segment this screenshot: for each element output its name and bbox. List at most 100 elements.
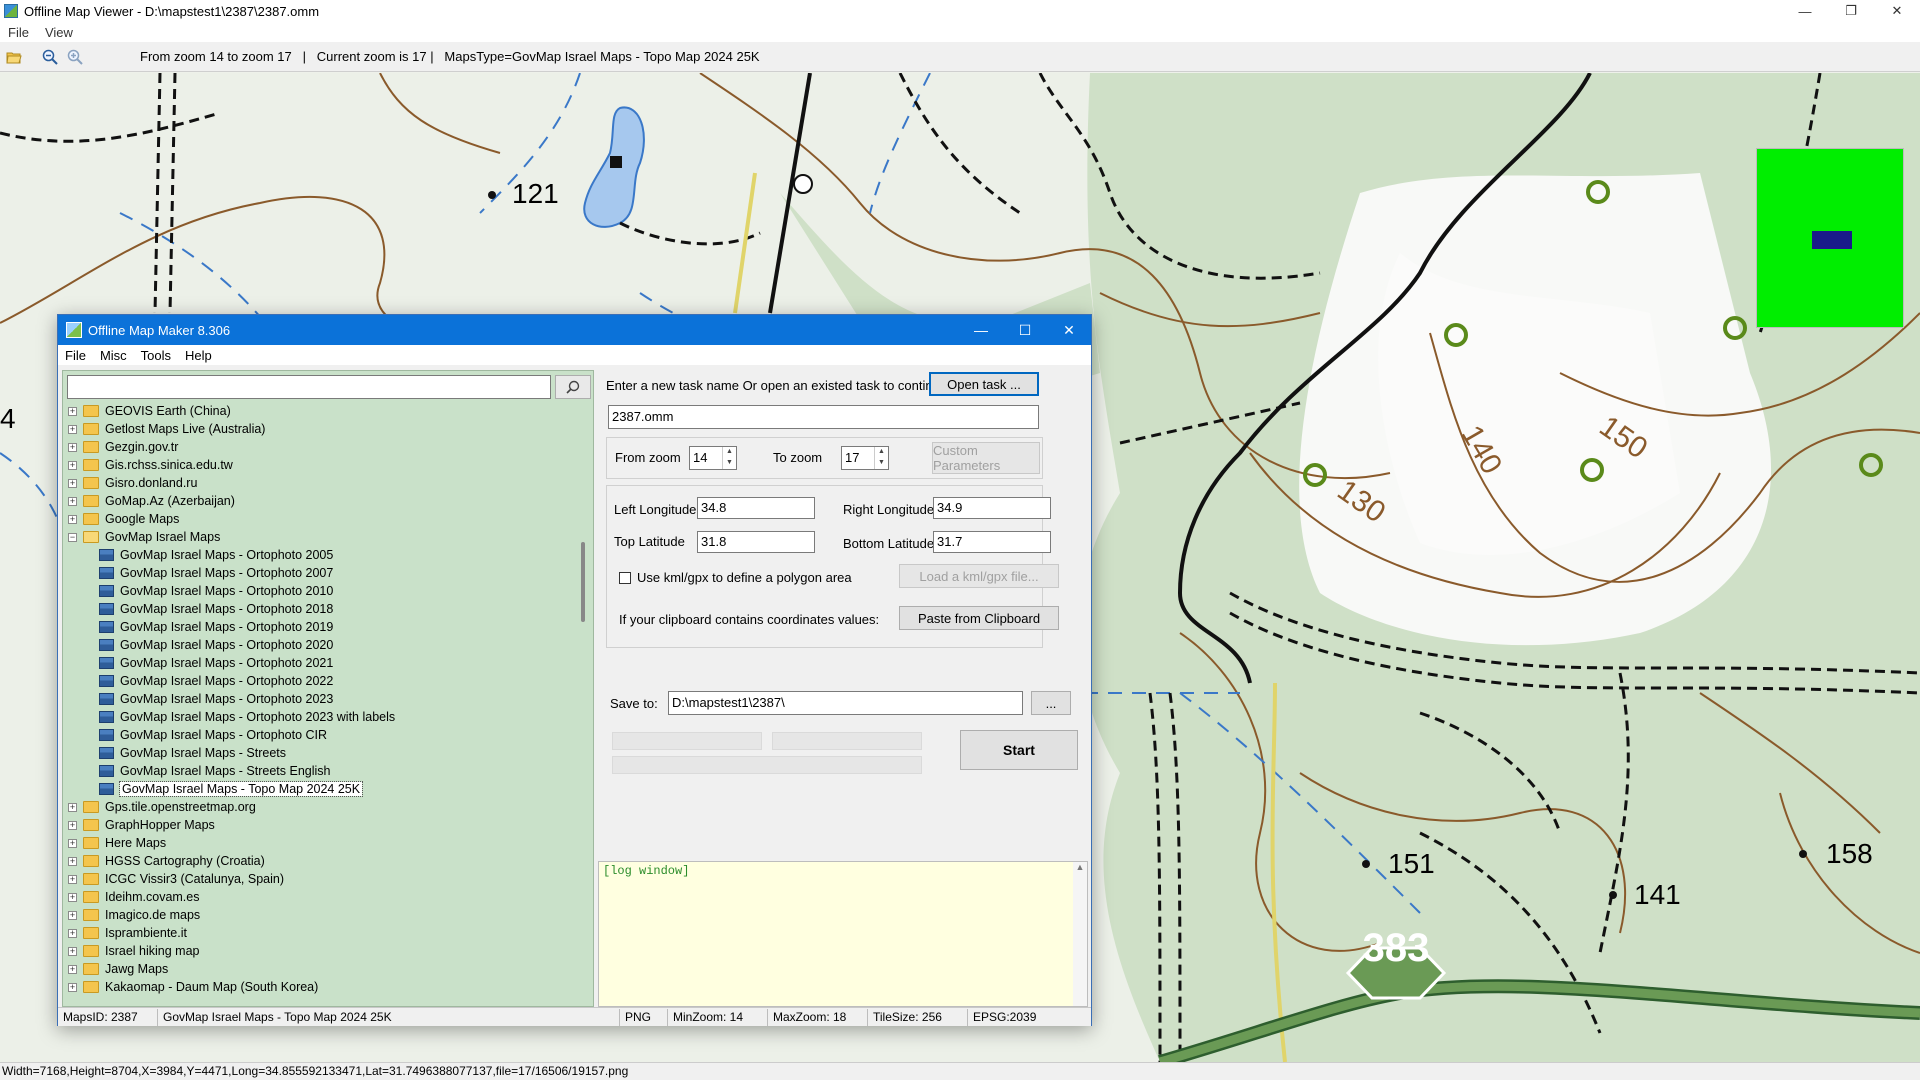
tree-scroll-thumb[interactable] — [581, 542, 585, 622]
save-path-input[interactable]: D:\mapstest1\2387\ — [668, 691, 1023, 715]
tree-folder-item[interactable]: + Gezgin.gov.tr — [63, 438, 573, 456]
tree-folder-item[interactable]: + Jawg Maps — [63, 960, 573, 978]
tree-folder-item[interactable]: + Here Maps — [63, 834, 573, 852]
tree-map-item[interactable]: GovMap Israel Maps - Ortophoto 2005 — [63, 546, 573, 564]
dialog-menu-tools[interactable]: Tools — [134, 348, 178, 363]
zoom-out-button[interactable] — [39, 46, 61, 68]
overview-minimap[interactable] — [1756, 148, 1904, 328]
menu-view[interactable]: View — [37, 25, 81, 40]
zoom-in-button[interactable] — [64, 46, 86, 68]
start-button[interactable]: Start — [960, 730, 1078, 770]
minimap-viewport-indicator[interactable] — [1812, 231, 1852, 249]
expand-icon[interactable]: + — [68, 964, 77, 974]
tree-folder-item[interactable]: + HGSS Cartography (Croatia) — [63, 852, 573, 870]
expand-icon[interactable]: + — [68, 856, 77, 866]
restore-button[interactable]: ❐ — [1828, 0, 1874, 22]
tree-folder-item[interactable]: + Isprambiente.it — [63, 924, 573, 942]
right-longitude-input[interactable]: 34.9 — [933, 497, 1051, 519]
tree-map-item[interactable]: GovMap Israel Maps - Ortophoto 2007 — [63, 564, 573, 582]
expand-icon[interactable]: + — [68, 946, 77, 956]
bottom-latitude-input[interactable]: 31.7 — [933, 531, 1051, 553]
browse-folder-button[interactable]: ... — [1031, 691, 1071, 715]
dialog-maximize-button[interactable]: ☐ — [1002, 315, 1048, 345]
tree-folder-item[interactable]: + GEOVIS Earth (China) — [63, 402, 573, 420]
expand-icon[interactable]: + — [68, 514, 77, 524]
to-zoom-down-icon[interactable]: ▼ — [874, 458, 888, 469]
load-kml-button[interactable]: Load a kml/gpx file... — [899, 564, 1059, 588]
to-zoom-spinner[interactable]: 17 ▲ ▼ — [841, 446, 889, 470]
expand-icon[interactable]: + — [68, 442, 77, 452]
highway-number-383: 383 — [1362, 926, 1430, 970]
tree-folder-item[interactable]: + GoMap.Az (Azerbaijan) — [63, 492, 573, 510]
dialog-title: Offline Map Maker 8.306 — [88, 322, 231, 338]
open-task-button[interactable]: Open task ... — [929, 372, 1039, 396]
expand-icon[interactable]: + — [68, 460, 77, 470]
dialog-minimize-button[interactable]: — — [958, 315, 1004, 345]
coordinates-group: Left Longitude 34.8 Right Longitude 34.9… — [606, 485, 1059, 648]
from-zoom-up-icon[interactable]: ▲ — [722, 447, 736, 458]
tree-folder-item[interactable]: + GraphHopper Maps — [63, 816, 573, 834]
tree-folder-item[interactable]: + ICGC Vissir3 (Catalunya, Spain) — [63, 870, 573, 888]
tree-map-item[interactable]: GovMap Israel Maps - Streets English — [63, 762, 573, 780]
tree-scrollbar[interactable] — [575, 402, 593, 1006]
dialog-menu-help[interactable]: Help — [178, 348, 219, 363]
menu-file[interactable]: File — [0, 25, 37, 40]
tree-map-item[interactable]: GovMap Israel Maps - Ortophoto 2023 — [63, 690, 573, 708]
expand-icon[interactable]: + — [68, 874, 77, 884]
tree-map-item[interactable]: GovMap Israel Maps - Ortophoto 2019 — [63, 618, 573, 636]
tree-map-item[interactable]: GovMap Israel Maps - Ortophoto 2023 with… — [63, 708, 573, 726]
dialog-menu-file[interactable]: File — [58, 348, 93, 363]
tree-folder-item[interactable]: + Google Maps — [63, 510, 573, 528]
task-name-input[interactable]: 2387.omm — [608, 405, 1039, 429]
tree-map-item[interactable]: GovMap Israel Maps - Ortophoto 2022 — [63, 672, 573, 690]
collapse-icon[interactable]: − — [68, 532, 77, 542]
tree-folder-item[interactable]: − GovMap Israel Maps — [63, 528, 573, 546]
from-zoom-spinner[interactable]: 14 ▲ ▼ — [689, 446, 737, 470]
expand-icon[interactable]: + — [68, 496, 77, 506]
tree-map-item[interactable]: GovMap Israel Maps - Streets — [63, 744, 573, 762]
tree-map-item[interactable]: GovMap Israel Maps - Ortophoto 2020 — [63, 636, 573, 654]
dialog-menu-misc[interactable]: Misc — [93, 348, 134, 363]
tree-map-item[interactable]: GovMap Israel Maps - Ortophoto CIR — [63, 726, 573, 744]
tree-folder-item[interactable]: + Gis.rchss.sinica.edu.tw — [63, 456, 573, 474]
expand-icon[interactable]: + — [68, 406, 77, 416]
tree-folder-item[interactable]: + Imagico.de maps — [63, 906, 573, 924]
tree-map-item[interactable]: GovMap Israel Maps - Ortophoto 2010 — [63, 582, 573, 600]
from-zoom-down-icon[interactable]: ▼ — [722, 458, 736, 469]
use-kml-checkbox[interactable] — [619, 572, 631, 584]
expand-icon[interactable]: + — [68, 982, 77, 992]
tree-map-item[interactable]: GovMap Israel Maps - Ortophoto 2018 — [63, 600, 573, 618]
expand-icon[interactable]: + — [68, 838, 77, 848]
to-zoom-up-icon[interactable]: ▲ — [874, 447, 888, 458]
expand-icon[interactable]: + — [68, 802, 77, 812]
tree-folder-item[interactable]: + Ideihm.covam.es — [63, 888, 573, 906]
expand-icon[interactable]: + — [68, 910, 77, 920]
top-latitude-input[interactable]: 31.8 — [697, 531, 815, 553]
expand-icon[interactable]: + — [68, 892, 77, 902]
clipboard-label: If your clipboard contains coordinates v… — [619, 612, 880, 627]
open-folder-button[interactable] — [3, 46, 25, 68]
tree-folder-item[interactable]: + Gisro.donland.ru — [63, 474, 573, 492]
tree-folder-item[interactable]: + Getlost Maps Live (Australia) — [63, 420, 573, 438]
tree-map-item[interactable]: GovMap Israel Maps - Topo Map 2024 25K — [63, 780, 573, 798]
expand-icon[interactable]: + — [68, 928, 77, 938]
dialog-close-button[interactable]: ✕ — [1046, 315, 1092, 345]
expand-icon[interactable]: + — [68, 424, 77, 434]
left-longitude-input[interactable]: 34.8 — [697, 497, 815, 519]
log-scrollbar[interactable]: ▲ — [1073, 862, 1087, 1006]
tree-folder-item[interactable]: + Gps.tile.openstreetmap.org — [63, 798, 573, 816]
map-search-input[interactable] — [67, 375, 551, 399]
search-button[interactable] — [555, 375, 591, 399]
tree-item-label: GovMap Israel Maps - Ortophoto 2005 — [120, 548, 334, 562]
minimize-button[interactable]: — — [1782, 0, 1828, 22]
close-button[interactable]: ✕ — [1874, 0, 1920, 22]
tree-map-item[interactable]: GovMap Israel Maps - Ortophoto 2021 — [63, 654, 573, 672]
tree-item-label: ICGC Vissir3 (Catalunya, Spain) — [105, 872, 285, 886]
log-window[interactable]: [log window] ▲ — [598, 861, 1088, 1007]
custom-parameters-button[interactable]: Custom Parameters — [932, 442, 1040, 474]
tree-folder-item[interactable]: + Kakaomap - Daum Map (South Korea) — [63, 978, 573, 996]
tree-folder-item[interactable]: + Israel hiking map — [63, 942, 573, 960]
expand-icon[interactable]: + — [68, 820, 77, 830]
expand-icon[interactable]: + — [68, 478, 77, 488]
paste-from-clipboard-button[interactable]: Paste from Clipboard — [899, 606, 1059, 630]
